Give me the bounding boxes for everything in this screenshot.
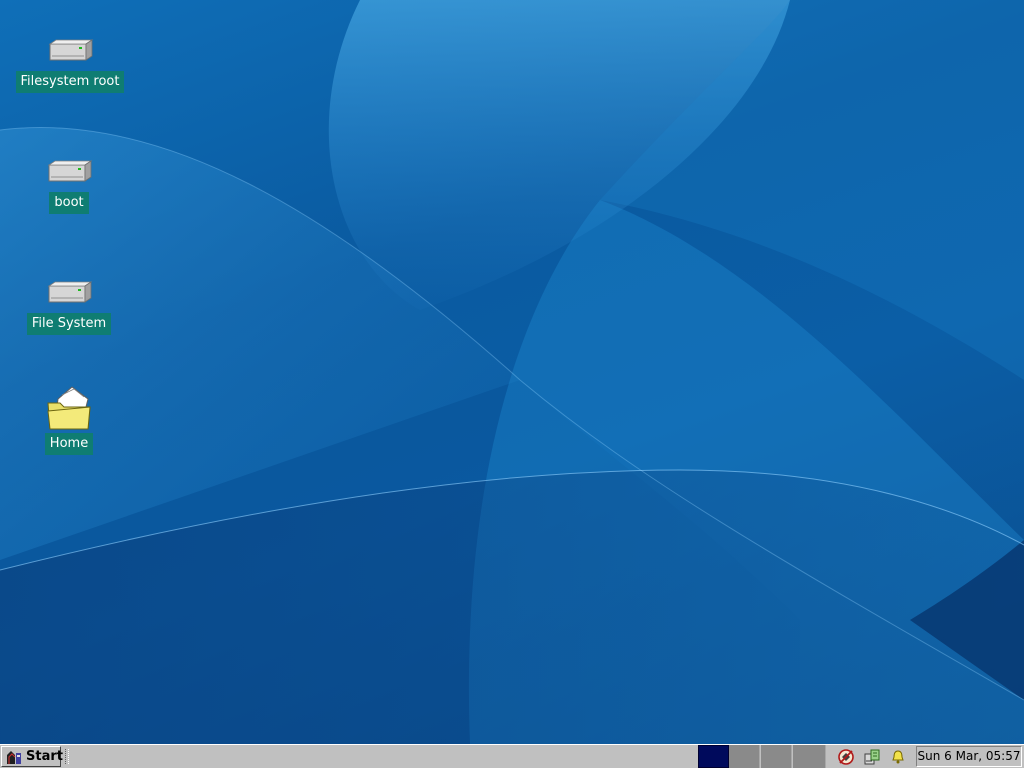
desktop-icon-label: Home [44, 433, 94, 455]
desktop-icon-label: boot [49, 192, 89, 214]
workspace-3[interactable] [761, 745, 792, 768]
desktop-icon-home[interactable]: Home [14, 385, 124, 455]
taskbar-clock[interactable]: Sun 6 Mar, 05:57 [916, 746, 1022, 767]
drive-icon [45, 274, 93, 310]
workspace-4[interactable] [793, 745, 826, 768]
desktop-icon-file-system[interactable]: File System [14, 274, 124, 335]
notification-bell-icon[interactable] [889, 748, 907, 766]
taskbar: Start Sun 6 Mar, 05:57 [0, 744, 1024, 768]
workspace-1[interactable] [698, 745, 729, 768]
taskbar-grip[interactable] [65, 749, 69, 764]
drive-icon [45, 153, 93, 189]
desktop-icon-filesystem-root[interactable]: Filesystem root [15, 32, 125, 93]
system-tray [833, 746, 917, 767]
desktop-icon-boot[interactable]: boot [14, 153, 124, 214]
desktop-icon-label: Filesystem root [15, 71, 125, 93]
desktop[interactable]: Filesystem root boot File System Home [0, 0, 1024, 744]
workspace-2[interactable] [729, 745, 760, 768]
start-label: Start [26, 749, 63, 764]
start-button[interactable]: Start [1, 746, 63, 767]
wallpaper [0, 0, 1024, 744]
network-icon[interactable] [837, 748, 855, 766]
folder-icon [44, 385, 94, 433]
package-updates-icon[interactable] [863, 748, 881, 766]
start-logo-icon [5, 749, 23, 765]
desktop-icon-label: File System [26, 313, 112, 335]
drive-icon [46, 32, 94, 68]
